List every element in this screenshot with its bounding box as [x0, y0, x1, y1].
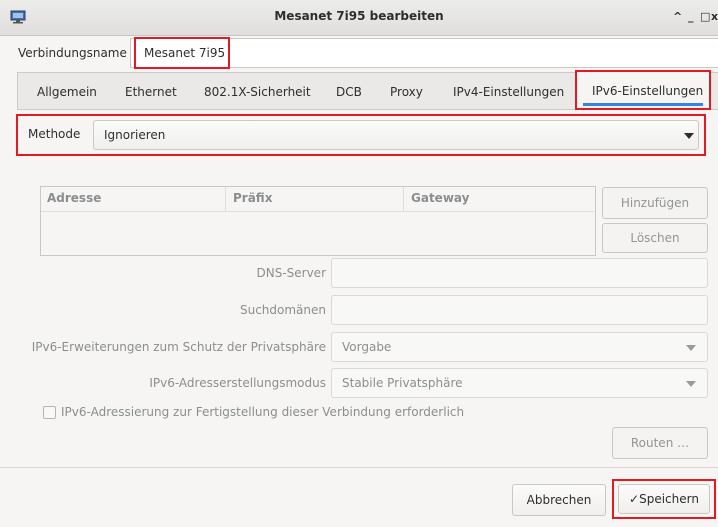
address-generation-value: Stabile Privatsphäre	[342, 376, 463, 390]
add-address-button[interactable]: Hinzufügen	[602, 187, 708, 219]
column-address[interactable]: Adresse	[47, 191, 101, 205]
active-tab-indicator	[583, 103, 703, 106]
checkmark-icon: ✓	[629, 492, 640, 506]
footer-divider	[0, 467, 718, 468]
column-divider	[403, 187, 404, 211]
column-divider	[225, 187, 226, 211]
dns-server-label: DNS-Server	[256, 266, 326, 280]
address-table[interactable]: Adresse Präfix Gateway	[40, 186, 596, 256]
ipv6-required-checkbox[interactable]	[43, 406, 56, 419]
ipv6-required-label[interactable]: IPv6-Adressierung zur Fertigstellung die…	[61, 405, 464, 419]
address-generation-label: IPv6-Adresserstellungsmodus	[149, 376, 326, 390]
restore-button[interactable]: □	[700, 10, 710, 23]
address-table-header: Adresse Präfix Gateway	[41, 187, 595, 212]
minimize-button[interactable]: _	[688, 10, 694, 23]
privacy-extensions-value: Vorgabe	[342, 340, 392, 354]
privacy-extensions-label: IPv6-Erweiterungen zum Schutz der Privat…	[31, 340, 326, 354]
cancel-button[interactable]: Abbrechen	[512, 484, 606, 516]
title-bar: Mesanet 7i95 bearbeiten ^ _ □ x	[0, 0, 718, 36]
delete-address-button[interactable]: Löschen	[602, 223, 708, 253]
method-row: Methode Ignorieren	[16, 114, 706, 156]
search-domains-input[interactable]	[331, 295, 708, 325]
tab-dcb[interactable]: DCB	[336, 85, 362, 99]
tab-ipv6[interactable]: IPv6-Einstellungen	[575, 70, 711, 110]
tab-ipv4[interactable]: IPv4-Einstellungen	[453, 85, 564, 99]
caret-down-icon	[686, 381, 696, 387]
column-gateway[interactable]: Gateway	[411, 191, 469, 205]
window-title: Mesanet 7i95 bearbeiten	[274, 9, 444, 23]
privacy-extensions-dropdown[interactable]: Vorgabe	[331, 332, 708, 362]
tab-general[interactable]: Allgemein	[37, 85, 97, 99]
save-button[interactable]: ✓Speichern	[618, 484, 710, 514]
caret-down-icon	[686, 345, 696, 351]
address-generation-dropdown[interactable]: Stabile Privatsphäre	[331, 368, 708, 398]
tab-ethernet[interactable]: Ethernet	[125, 85, 177, 99]
save-button-label: Speichern	[639, 492, 699, 506]
tab-ipv6-label: IPv6-Einstellungen	[592, 84, 704, 98]
dns-server-input[interactable]	[331, 258, 708, 288]
close-button[interactable]: x	[711, 10, 718, 23]
caret-down-icon	[684, 133, 694, 139]
search-domains-label: Suchdomänen	[239, 303, 326, 317]
edit-connection-window: Mesanet 7i95 bearbeiten ^ _ □ x Verbindu…	[0, 0, 718, 527]
save-button-highlight: ✓Speichern	[612, 479, 716, 519]
tab-8021x-security[interactable]: 802.1X-Sicherheit	[204, 85, 311, 99]
tab-proxy[interactable]: Proxy	[390, 85, 423, 99]
connection-name-label: Verbindungsname	[18, 46, 127, 60]
method-dropdown[interactable]: Ignorieren	[93, 120, 699, 150]
column-prefix[interactable]: Präfix	[233, 191, 272, 205]
method-label: Methode	[28, 127, 81, 141]
connection-name-value[interactable]: Mesanet 7i95	[134, 37, 230, 69]
routes-button[interactable]: Routen …	[612, 427, 708, 459]
maximize-button[interactable]: ^	[673, 10, 682, 23]
method-value: Ignorieren	[104, 128, 166, 142]
